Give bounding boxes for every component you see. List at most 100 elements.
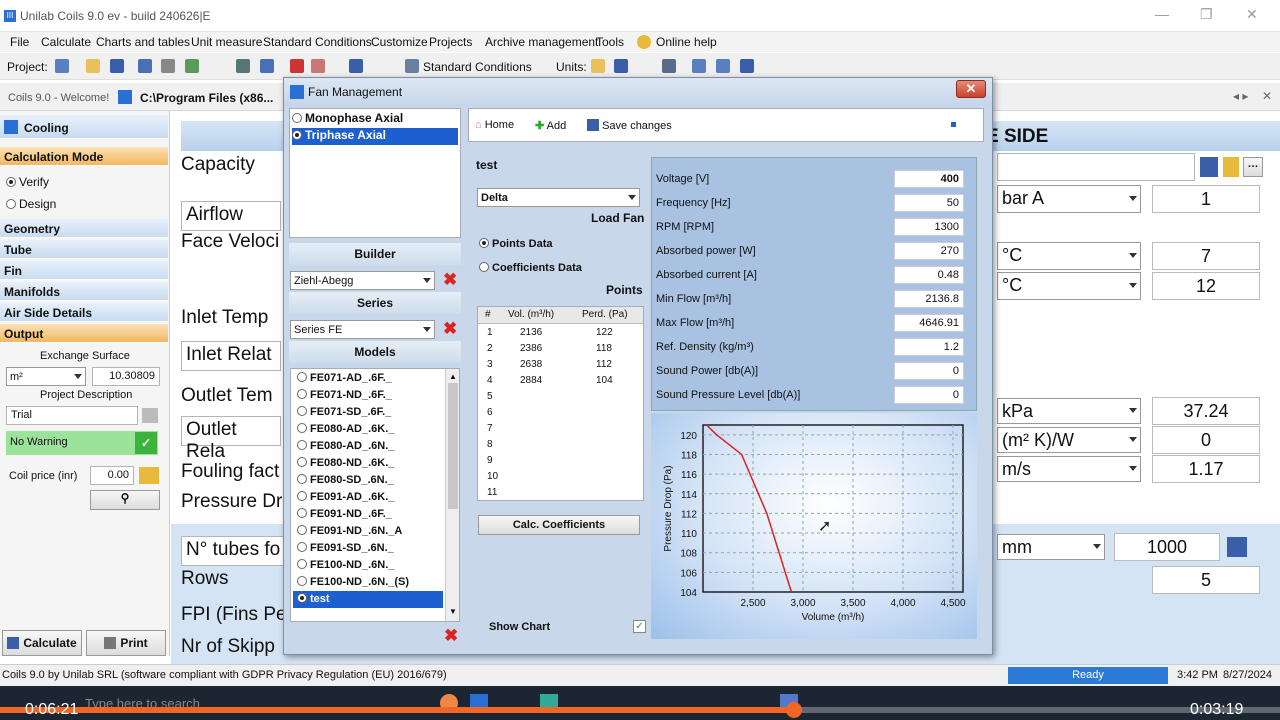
model-radio-icon[interactable] [297,389,307,399]
fan-name[interactable]: test [476,158,497,172]
monophase-radio-icon[interactable] [292,113,302,123]
coil-price-input[interactable]: 0.00 [90,466,134,485]
chart-line-icon[interactable] [349,59,363,73]
points-row[interactable]: 4 2884 104 [478,373,643,389]
pressure-unit-select[interactable]: bar A [997,185,1141,213]
menu-archive[interactable]: Archive management [485,35,598,49]
model-item[interactable]: FE080-AD_.6N._ [293,438,443,455]
pressure-value[interactable]: 1 [1152,185,1260,213]
model-radio-icon[interactable] [297,440,307,450]
model-radio-icon[interactable] [297,593,307,603]
model-item[interactable]: FE080-ND_.6K._ [293,455,443,472]
property-value[interactable]: 1.2 [894,338,964,356]
row-pressure[interactable]: 118 [596,343,612,354]
points-row[interactable]: 5 [478,389,643,405]
model-radio-icon[interactable] [297,491,307,501]
bar-chart-icon[interactable] [311,59,325,73]
model-item[interactable]: FE080-SD_.6N._ [293,472,443,489]
more-button[interactable]: … [1243,157,1263,177]
fouling-unit-select[interactable]: (m² K)/W [997,427,1141,453]
menu-online-help[interactable]: Online help [656,35,717,49]
sidebar-calc-mode[interactable]: Calculation Mode [0,147,168,166]
minimize-icon[interactable]: — [1155,6,1169,22]
temp-out-unit-select[interactable]: °C [997,272,1141,300]
tab-welcome[interactable]: Coils 9.0 - Welcome! [8,92,109,104]
model-radio-icon[interactable] [297,576,307,586]
model-item[interactable]: FE080-AD_.6K._ [293,421,443,438]
model-item[interactable]: test [293,591,443,608]
length-value[interactable]: 1000 [1114,533,1220,561]
points-row[interactable]: 3 2638 112 [478,357,643,373]
lightning-icon[interactable] [1223,157,1239,177]
sidebar-manifolds[interactable]: Manifolds [0,282,168,301]
model-radio-icon[interactable] [297,372,307,382]
velocity-unit-select[interactable]: m/s [997,456,1141,482]
new-project-icon[interactable] [55,59,69,73]
sidebar-tube[interactable]: Tube [0,240,168,259]
points-row[interactable]: 10 [478,469,643,485]
menu-customize[interactable]: Customize [371,35,428,49]
model-item[interactable]: FE071-ND_.6F._ [293,387,443,404]
model-radio-icon[interactable] [297,474,307,484]
sidebar-fin[interactable]: Fin [0,261,168,280]
surface-unit-select[interactable]: m² [6,367,86,386]
scroll-thumb[interactable] [448,383,458,509]
points-row[interactable]: 6 [478,405,643,421]
pressure-drop-unit-select[interactable]: kPa [997,398,1141,424]
calc-coefficients-button[interactable]: Calc. Coefficients [478,515,640,535]
row-volume[interactable]: 2386 [520,343,542,354]
model-item[interactable]: FE100-ND_.6N._(S) [293,574,443,591]
length-calc-icon[interactable] [1227,537,1247,557]
save-changes-button[interactable]: Save changes [587,119,672,132]
price-calc-icon[interactable] [139,467,159,484]
model-item[interactable]: FE100-ND_.6N._ [293,557,443,574]
fluid-icon[interactable] [1200,157,1218,177]
menu-unit-measure[interactable]: Unit measure [191,35,262,49]
model-item[interactable]: FE071-SD_.6F._ [293,404,443,421]
home-button[interactable]: ⌂ Home [475,119,514,131]
std-conditions-dropdown[interactable]: Standard Conditions [423,60,532,74]
tools-icon[interactable] [662,59,676,73]
add-button[interactable]: ✚ Add [535,119,566,132]
property-value[interactable]: 0.48 [894,266,964,284]
model-radio-icon[interactable] [297,457,307,467]
top-field[interactable] [997,153,1195,181]
points-row[interactable]: 2 2386 118 [478,341,643,357]
print-icon[interactable] [161,59,175,73]
settings-icon[interactable] [236,59,250,73]
open-folder-icon[interactable] [86,59,100,73]
points-row[interactable]: 8 [478,437,643,453]
menu-tools[interactable]: Tools [596,35,624,49]
calculate-button[interactable]: Calculate [2,630,82,656]
pdf-icon[interactable] [290,59,304,73]
sidebar-air-side[interactable]: Air Side Details [0,303,168,322]
print-button[interactable]: Print [86,630,166,656]
maximize-icon[interactable]: ❐ [1200,6,1213,23]
video-progress-knob[interactable] [785,702,802,718]
sidebar-geometry[interactable]: Geometry [0,219,168,238]
menu-projects[interactable]: Projects [429,35,472,49]
model-item[interactable]: FE091-SD_.6N._ [293,540,443,557]
model-radio-icon[interactable] [297,423,307,433]
type-triphase[interactable]: Triphase Axial [292,128,458,145]
points-row[interactable]: 7 [478,421,643,437]
temp-in-unit-select[interactable]: °C [997,242,1141,270]
row-pressure[interactable]: 122 [596,327,613,338]
coeff-radio-icon[interactable] [479,262,489,272]
help-icon[interactable] [637,35,651,49]
delete-series-icon[interactable]: ✖ [443,320,457,338]
sidebar-cooling[interactable]: Cooling [0,115,168,139]
design-radio-icon[interactable] [6,199,16,209]
units-open-icon[interactable] [591,59,605,73]
delete-model-icon[interactable]: ✖ [444,627,458,645]
tab-prev-icon[interactable]: ◂ ▸ [1233,89,1248,103]
tab-project-path[interactable]: C:\Program Files (x86... [140,91,273,105]
search-price-button[interactable]: ⚲ [90,490,160,510]
menu-file[interactable]: File [10,35,29,49]
std-conditions-icon[interactable] [405,59,419,73]
load-fan-label[interactable]: Load Fan [591,211,644,225]
models-scrollbar[interactable]: ▲ ▼ [445,369,459,621]
points-row[interactable]: 1 2136 122 [478,325,643,341]
property-value[interactable]: 0 [894,362,964,380]
points-row[interactable]: 11 [478,485,643,501]
